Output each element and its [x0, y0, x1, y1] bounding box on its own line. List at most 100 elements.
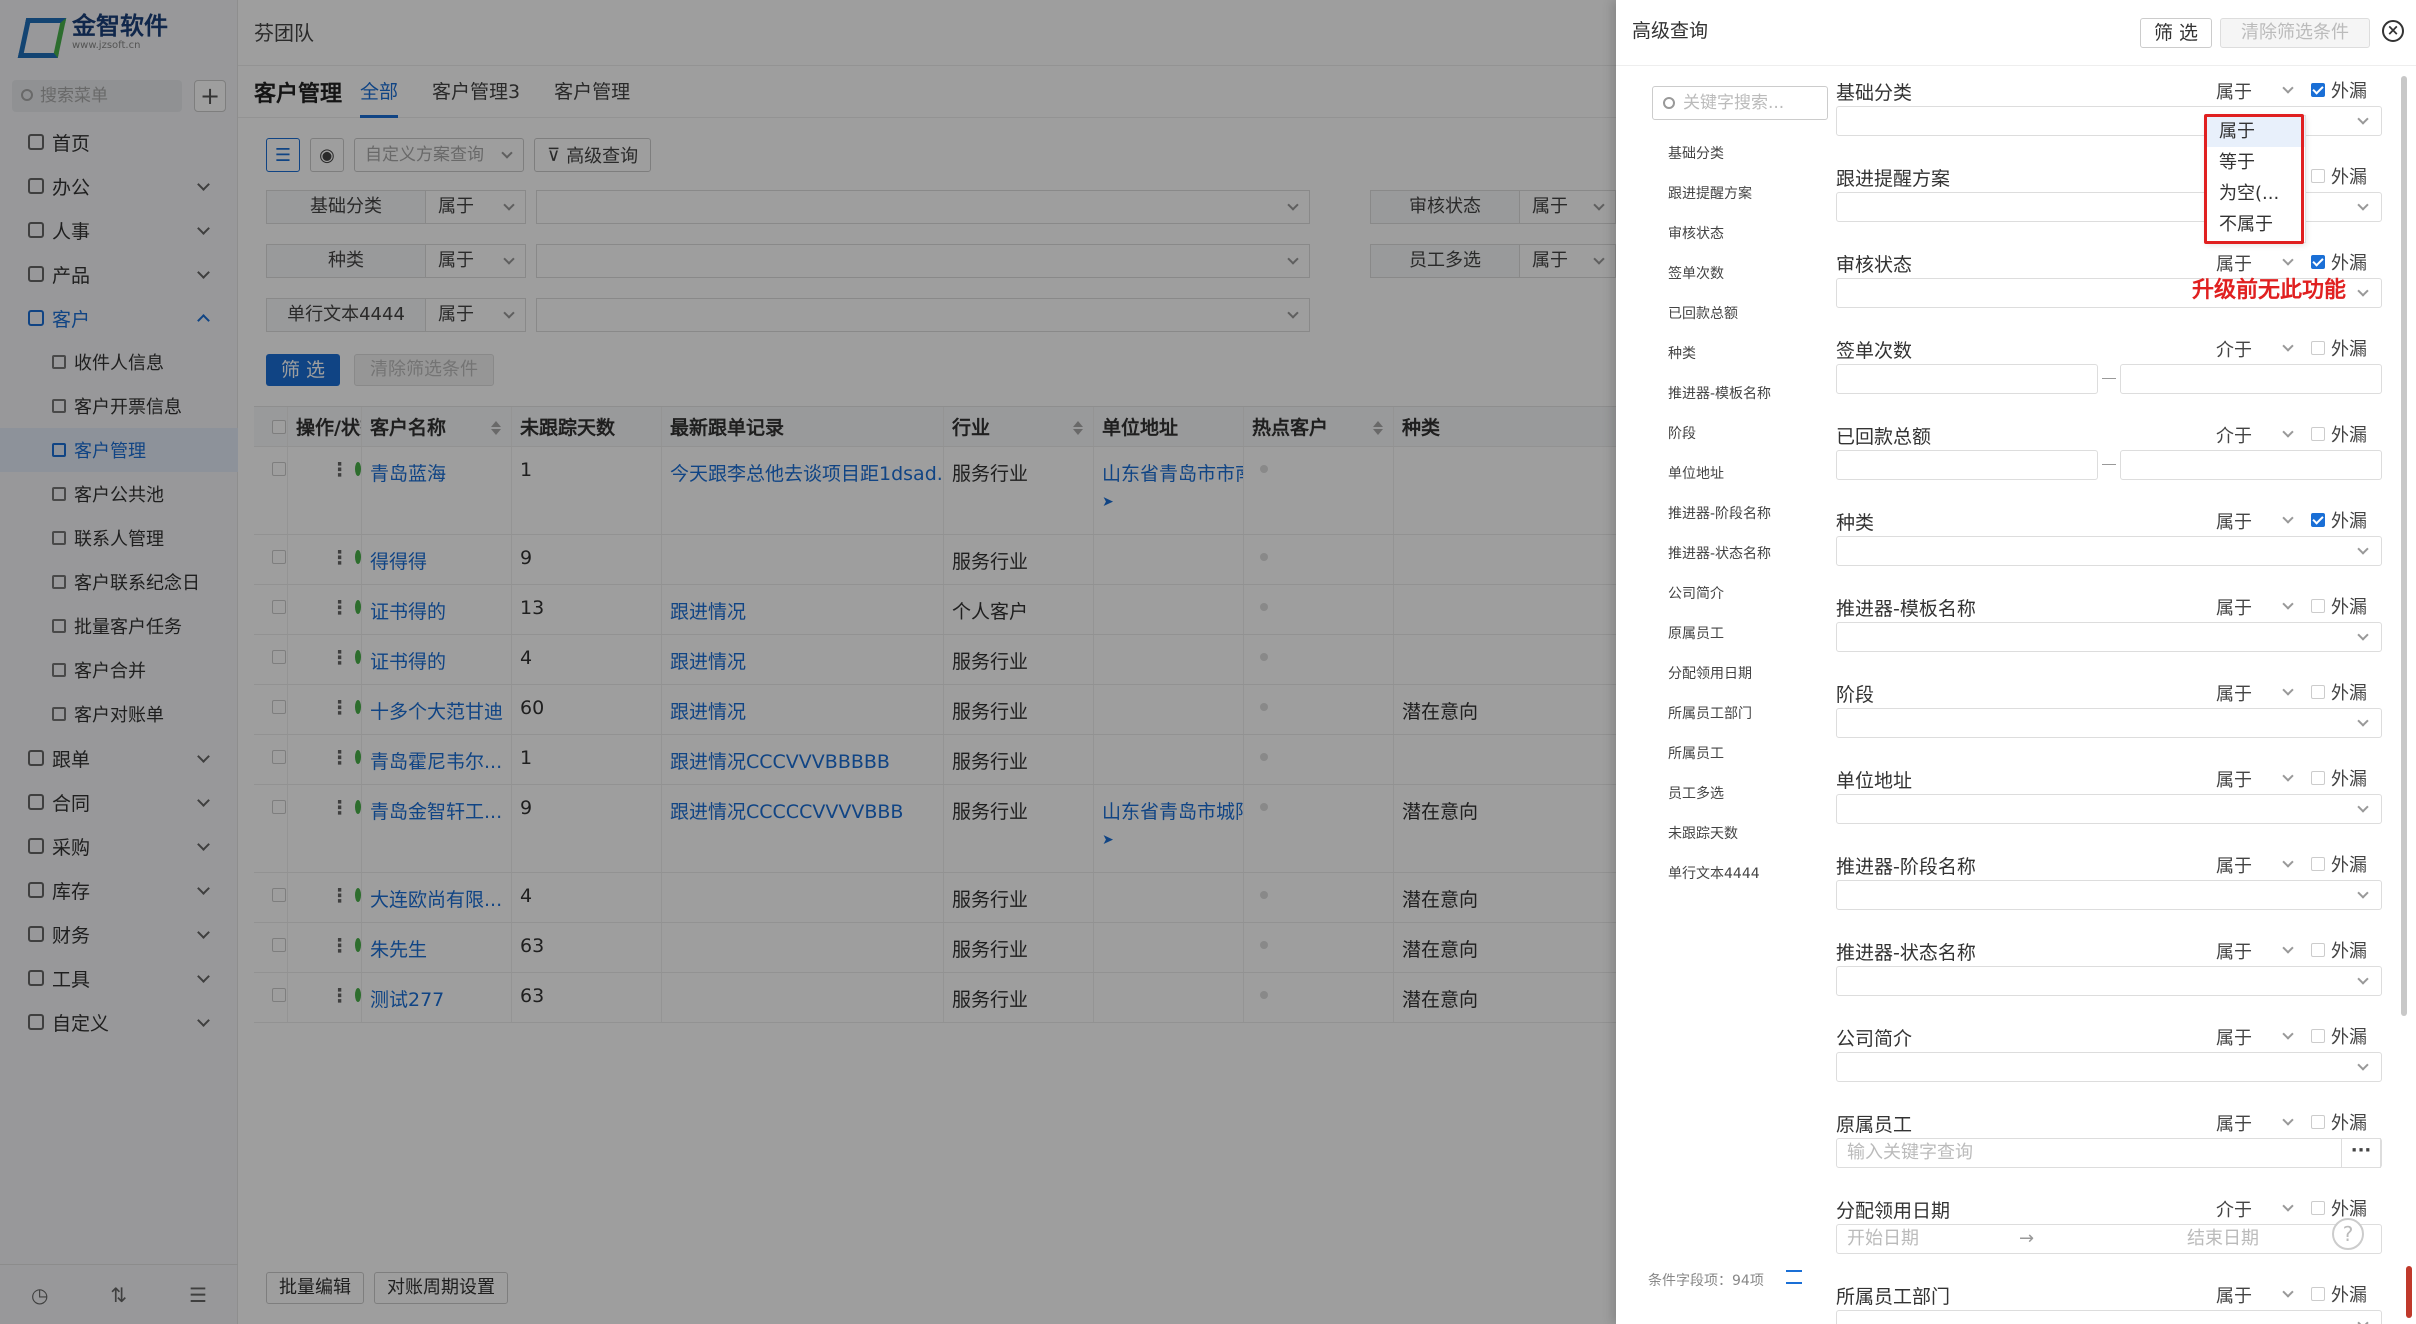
condition-value-select[interactable] [1836, 880, 2382, 910]
chevron-down-icon [2282, 340, 2294, 352]
field-list-item[interactable]: 所属员工部门 [1668, 694, 1810, 734]
modal-overlay[interactable] [0, 0, 1616, 1324]
leak-checkbox[interactable] [2311, 341, 2325, 355]
condition-value-select[interactable] [1836, 708, 2382, 738]
field-list-item[interactable]: 推进器-模板名称 [1668, 374, 1810, 414]
condition-value-select[interactable] [1836, 966, 2382, 996]
leak-checkbox[interactable] [2311, 943, 2325, 957]
field-list-item[interactable]: 基础分类 [1668, 134, 1810, 174]
condition-op-value: 属于 [2216, 512, 2252, 533]
condition-row: 已回款总额 介于 外漏 [1836, 410, 2402, 496]
leak-label: 外漏 [2331, 597, 2367, 618]
field-list-item[interactable]: 单位地址 [1668, 454, 1810, 494]
field-list-item[interactable]: 推进器-阶段名称 [1668, 494, 1810, 534]
leak-checkbox[interactable] [2311, 685, 2325, 699]
panel-scrollbar[interactable] [2401, 76, 2407, 1016]
condition-op-select[interactable]: 属于 [2216, 680, 2294, 706]
leak-toggle[interactable]: 外漏 [2311, 335, 2367, 361]
condition-op-select[interactable]: 属于 [2216, 1282, 2294, 1308]
more-icon[interactable]: ··· [2341, 1138, 2381, 1168]
field-search-input[interactable]: 关键字搜索... [1652, 86, 1828, 120]
condition-op-select[interactable]: 属于 [2216, 852, 2294, 878]
date-range-input[interactable]: 开始日期 → 结束日期 [1836, 1224, 2382, 1254]
leak-toggle[interactable]: 外漏 [2311, 1281, 2367, 1307]
leak-toggle[interactable]: 外漏 [2311, 421, 2367, 447]
condition-op-select[interactable]: 属于 [2216, 1110, 2294, 1136]
condition-value-select[interactable] [1836, 794, 2382, 824]
keyword-input[interactable]: 输入关键字查询 ··· [1836, 1138, 2382, 1168]
chevron-down-icon [2282, 598, 2294, 610]
field-list-item[interactable]: 审核状态 [1668, 214, 1810, 254]
field-list-item[interactable]: 跟进提醒方案 [1668, 174, 1810, 214]
condition-op-select[interactable]: 属于 [2216, 938, 2294, 964]
condition-row: 推进器-状态名称 属于 外漏 [1836, 926, 2402, 1012]
range-max-input[interactable] [2120, 364, 2382, 394]
condition-op-value: 属于 [2216, 942, 2252, 963]
condition-label: 推进器-阶段名称 [1836, 856, 1976, 878]
condition-label: 基础分类 [1836, 82, 1913, 104]
leak-checkbox[interactable] [2311, 1287, 2325, 1301]
condition-value-select[interactable] [1836, 622, 2382, 652]
chevron-down-icon [2357, 801, 2369, 813]
field-list-item[interactable]: 分配领用日期 [1668, 654, 1810, 694]
leak-checkbox[interactable] [2311, 427, 2325, 441]
leak-toggle[interactable]: 外漏 [2311, 507, 2367, 533]
range-input [1836, 364, 2382, 394]
leak-checkbox[interactable] [2311, 255, 2325, 269]
condition-op-select[interactable]: 介于 [2216, 422, 2294, 448]
leak-checkbox[interactable] [2311, 513, 2325, 527]
help-icon[interactable]: ? [2332, 1218, 2364, 1250]
leak-checkbox[interactable] [2311, 857, 2325, 871]
leak-checkbox[interactable] [2311, 1201, 2325, 1215]
condition-op-select[interactable]: 属于 [2216, 508, 2294, 534]
leak-toggle[interactable]: 外漏 [2311, 1195, 2367, 1221]
field-list-item[interactable]: 所属员工 [1668, 734, 1810, 774]
leak-toggle[interactable]: 外漏 [2311, 163, 2367, 189]
leak-checkbox[interactable] [2311, 169, 2325, 183]
field-list-item[interactable]: 原属员工 [1668, 614, 1810, 654]
leak-checkbox[interactable] [2311, 771, 2325, 785]
condition-value-select[interactable] [1836, 1052, 2382, 1082]
field-list-item[interactable]: 种类 [1668, 334, 1810, 374]
field-list-item[interactable]: 阶段 [1668, 414, 1810, 454]
condition-op-select[interactable]: 属于 [2216, 78, 2294, 104]
field-list-item[interactable]: 单行文本4444 [1668, 854, 1810, 894]
condition-row: 所属员工部门 属于 外漏 [1836, 1270, 2402, 1324]
close-icon[interactable]: × [2382, 20, 2404, 42]
leak-checkbox[interactable] [2311, 83, 2325, 97]
leak-toggle[interactable]: 外漏 [2311, 851, 2367, 877]
range-min-input[interactable] [1836, 450, 2098, 480]
leak-checkbox[interactable] [2311, 599, 2325, 613]
annotation-text: 升级前无此功能 [2192, 278, 2347, 303]
field-list-item[interactable]: 未跟踪天数 [1668, 814, 1810, 854]
leak-toggle[interactable]: 外漏 [2311, 1023, 2367, 1049]
range-max-input[interactable] [2120, 450, 2382, 480]
condition-op-select[interactable]: 属于 [2216, 1024, 2294, 1050]
condition-op-select[interactable]: 介于 [2216, 1196, 2294, 1222]
field-list-item[interactable]: 签单次数 [1668, 254, 1810, 294]
panel-scrollbar-bottom[interactable] [2406, 1266, 2412, 1318]
field-list-item[interactable]: 员工多选 [1668, 774, 1810, 814]
leak-toggle[interactable]: 外漏 [2311, 937, 2367, 963]
condition-value-select[interactable] [1836, 536, 2382, 566]
field-list-item[interactable]: 公司简介 [1668, 574, 1810, 614]
leak-toggle[interactable]: 外漏 [2311, 593, 2367, 619]
leak-checkbox[interactable] [2311, 1115, 2325, 1129]
leak-toggle[interactable]: 外漏 [2311, 1109, 2367, 1135]
panel-filter-button[interactable]: 筛 选 [2140, 18, 2212, 48]
condition-value-select[interactable] [1836, 1310, 2382, 1324]
condition-op-value: 属于 [2216, 1286, 2252, 1307]
leak-label: 外漏 [2331, 941, 2367, 962]
condition-op-select[interactable]: 属于 [2216, 594, 2294, 620]
leak-toggle[interactable]: 外漏 [2311, 679, 2367, 705]
condition-op-select[interactable]: 属于 [2216, 766, 2294, 792]
leak-checkbox[interactable] [2311, 1029, 2325, 1043]
field-list-item[interactable]: 推进器-状态名称 [1668, 534, 1810, 574]
settings-icon[interactable] [1786, 1270, 1802, 1284]
condition-op-select[interactable]: 介于 [2216, 336, 2294, 362]
leak-toggle[interactable]: 外漏 [2311, 77, 2367, 103]
leak-toggle[interactable]: 外漏 [2311, 765, 2367, 791]
range-min-input[interactable] [1836, 364, 2098, 394]
field-list-item[interactable]: 已回款总额 [1668, 294, 1810, 334]
panel-clear-button[interactable]: 清除筛选条件 [2220, 18, 2370, 48]
